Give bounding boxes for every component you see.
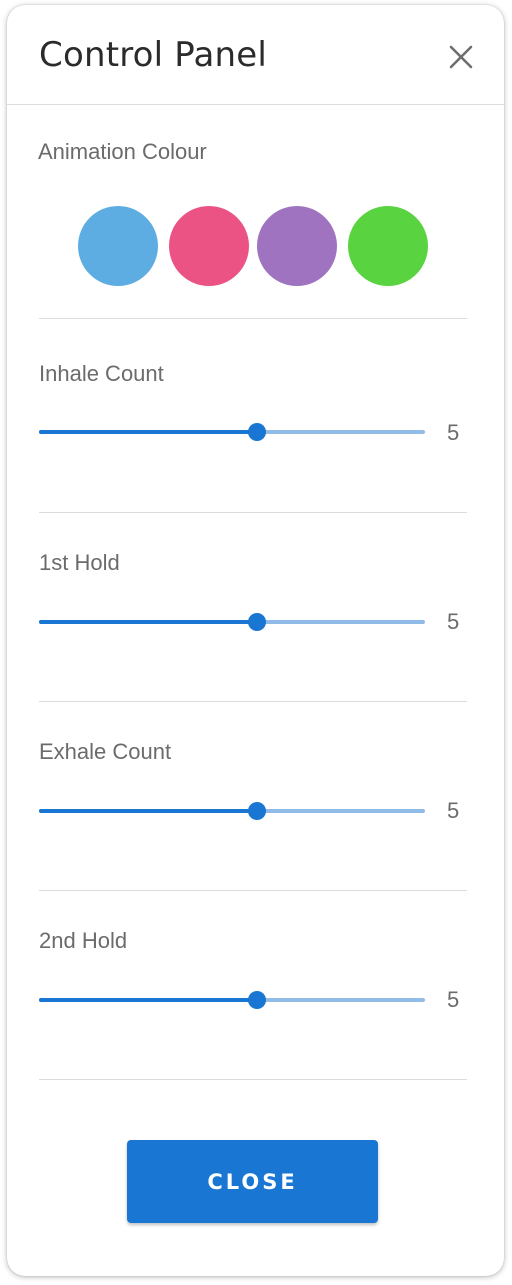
first-hold-value: 5: [447, 609, 460, 634]
inhale-count-value: 5: [447, 420, 460, 445]
second-hold-slider[interactable]: [39, 988, 425, 1012]
divider: [39, 701, 467, 702]
colour-swatch-green[interactable]: [348, 206, 428, 286]
divider: [39, 318, 467, 319]
exhale-count-slider[interactable]: [39, 799, 425, 823]
exhale-count-label: Exhale Count: [39, 739, 172, 764]
control-panel-dialog: Control Panel Animation Colour Inhale Co…: [7, 5, 504, 1276]
close-icon[interactable]: [447, 43, 475, 71]
colour-swatch-pink[interactable]: [169, 206, 249, 286]
colour-swatch-blue[interactable]: [78, 206, 158, 286]
inhale-count-label: Inhale Count: [39, 361, 164, 386]
second-hold-value: 5: [447, 987, 460, 1012]
divider: [39, 890, 467, 891]
first-hold-label: 1st Hold: [39, 550, 120, 575]
slider-track: [39, 620, 258, 624]
slider-thumb[interactable]: [248, 613, 267, 631]
animation-colour-label: Animation Colour: [38, 139, 207, 164]
dialog-header: Control Panel: [7, 5, 504, 105]
slider-thumb[interactable]: [248, 991, 267, 1009]
colour-swatch-purple[interactable]: [257, 206, 337, 286]
second-hold-label: 2nd Hold: [39, 928, 128, 953]
close-button[interactable]: CLOSE: [127, 1140, 378, 1223]
slider-thumb[interactable]: [248, 423, 267, 441]
slider-thumb[interactable]: [248, 802, 267, 820]
first-hold-slider[interactable]: [39, 610, 425, 634]
divider: [39, 1079, 467, 1080]
divider: [39, 512, 467, 513]
dialog-title: Control Panel: [39, 35, 268, 75]
slider-track: [39, 809, 258, 813]
exhale-count-value: 5: [447, 798, 460, 823]
inhale-count-slider[interactable]: [39, 420, 425, 444]
slider-track: [39, 998, 258, 1002]
slider-track: [39, 430, 258, 434]
